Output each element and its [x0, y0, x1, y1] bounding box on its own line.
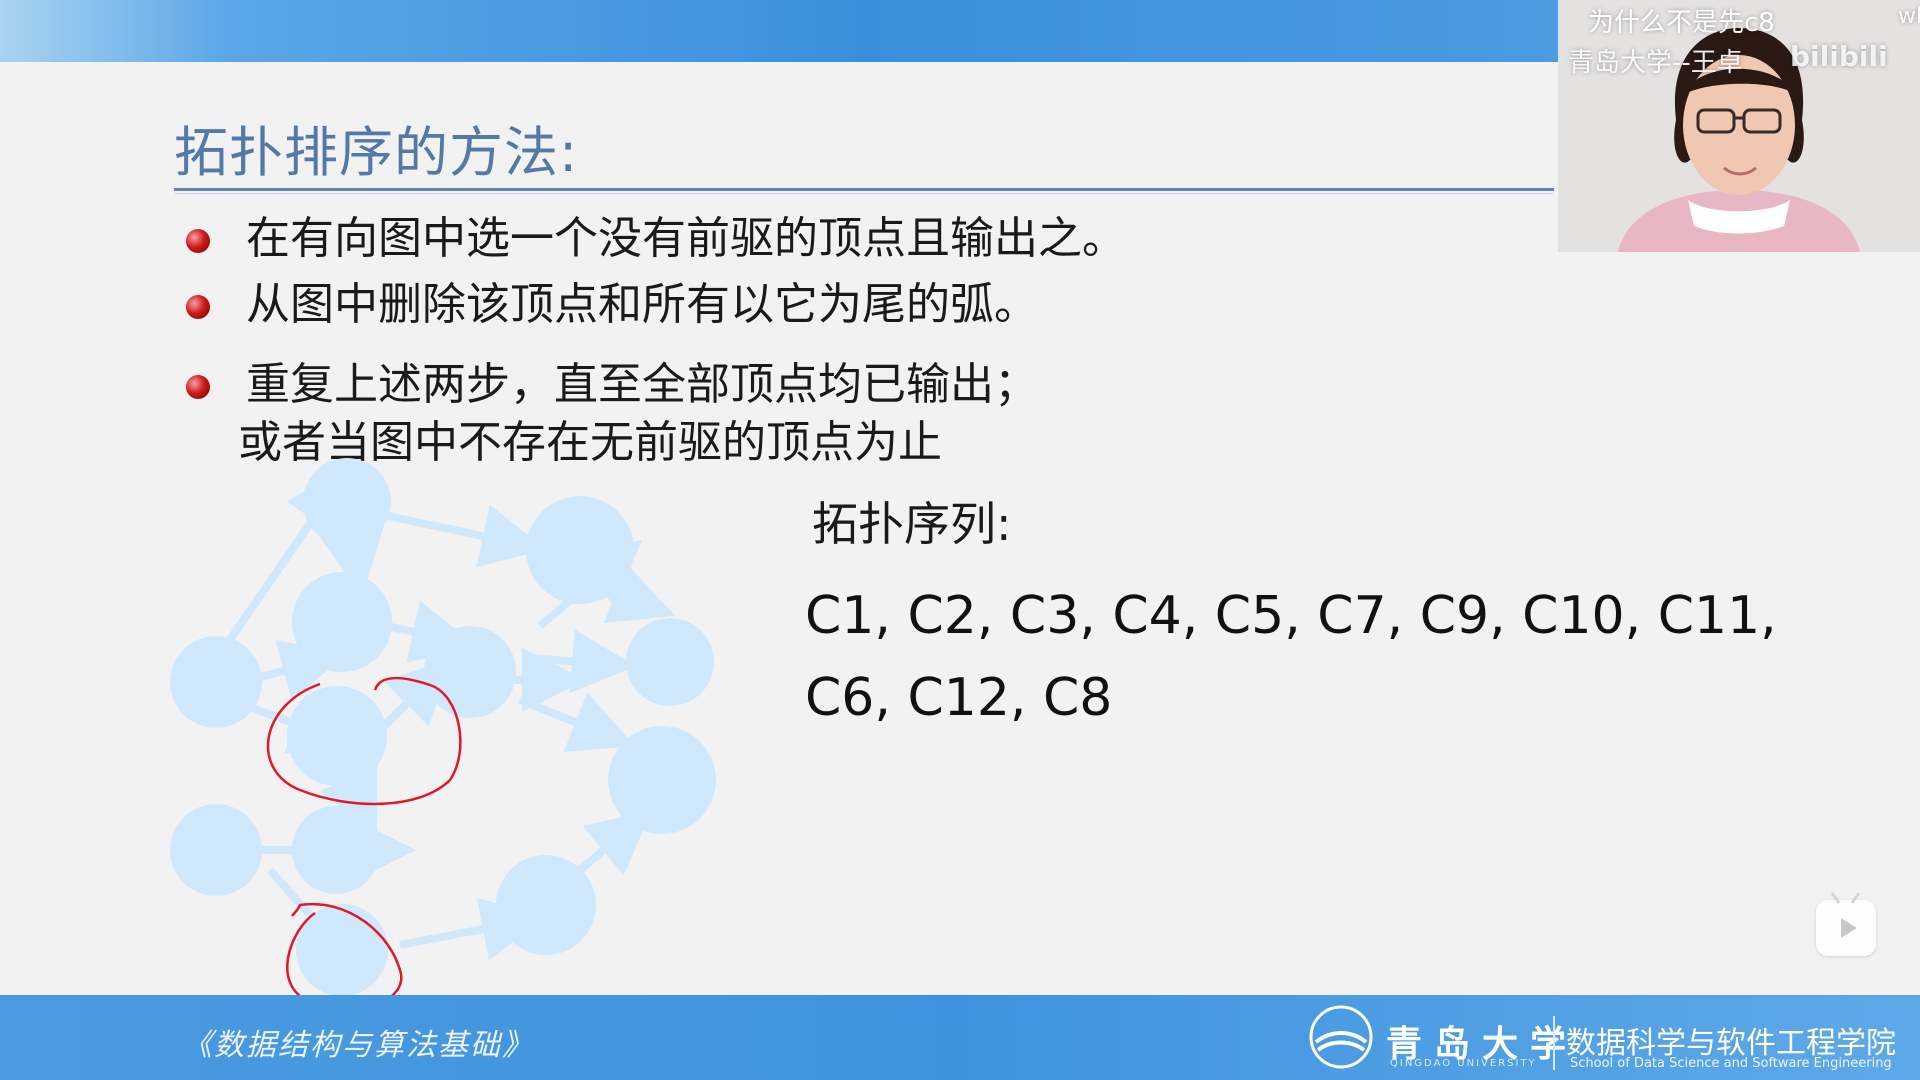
sequence-label: 拓扑序列:: [812, 497, 1012, 551]
webcam-overlay: 为什么不是先c8 wh 青岛大学--王卓 bilibili: [1558, 0, 1920, 252]
play-button[interactable]: [1816, 892, 1876, 956]
university-logo-icon: [1309, 1005, 1373, 1069]
graph-node: [287, 686, 387, 786]
title-underline: [174, 188, 1554, 191]
bullet-item: 重复上述两步，直至全部顶点均已输出；: [186, 356, 1038, 414]
graph-node: [626, 618, 714, 706]
sequence-line-2: C6, C12, C8: [805, 668, 1113, 728]
book-title: 《数据结构与算法基础》: [182, 1028, 534, 1063]
graph-node: [526, 496, 634, 604]
dag-nodes: [170, 458, 716, 996]
danmaku-comment-edge: wh: [1898, 4, 1920, 29]
university-name-en: QINGDAO UNIVERSITY: [1390, 1058, 1537, 1069]
danmaku-comment: 为什么不是先c8: [1588, 8, 1775, 38]
graph-node: [424, 626, 516, 718]
bullet-item: 在有向图中选一个没有前驱的顶点且输出之。: [186, 210, 1126, 268]
bilibili-logo: bilibili: [1790, 40, 1888, 73]
bullet-icon: [186, 295, 210, 319]
dag-diagram: [170, 458, 716, 1011]
bullet-icon: [186, 229, 210, 253]
school-name-en: School of Data Science and Software Engi…: [1570, 1056, 1892, 1071]
graph-node: [608, 726, 716, 834]
graph-node: [170, 804, 262, 896]
bullet-text: 在有向图中选一个没有前驱的顶点且输出之。: [246, 213, 1126, 264]
graph-node: [170, 636, 262, 728]
graph-node: [303, 458, 391, 546]
sequence-line-1: C1, C2, C3, C4, C5, C7, C9, C10, C11,: [805, 586, 1777, 646]
footer-divider: [1553, 1016, 1555, 1070]
graph-node: [292, 806, 380, 894]
watermark-text: 青岛大学--王卓: [1568, 48, 1743, 78]
graph-node: [292, 572, 392, 672]
graph-node: [496, 855, 596, 955]
bullet-item: 从图中删除该顶点和所有以它为尾的弧。: [186, 276, 1038, 334]
bullet-text: 从图中删除该顶点和所有以它为尾的弧。: [246, 279, 1038, 330]
slide-title: 拓扑排序的方法:: [174, 121, 579, 184]
bullet-icon: [186, 375, 210, 399]
play-icon: [1841, 918, 1857, 938]
bullet-text: 重复上述两步，直至全部顶点均已输出；: [246, 359, 1038, 410]
